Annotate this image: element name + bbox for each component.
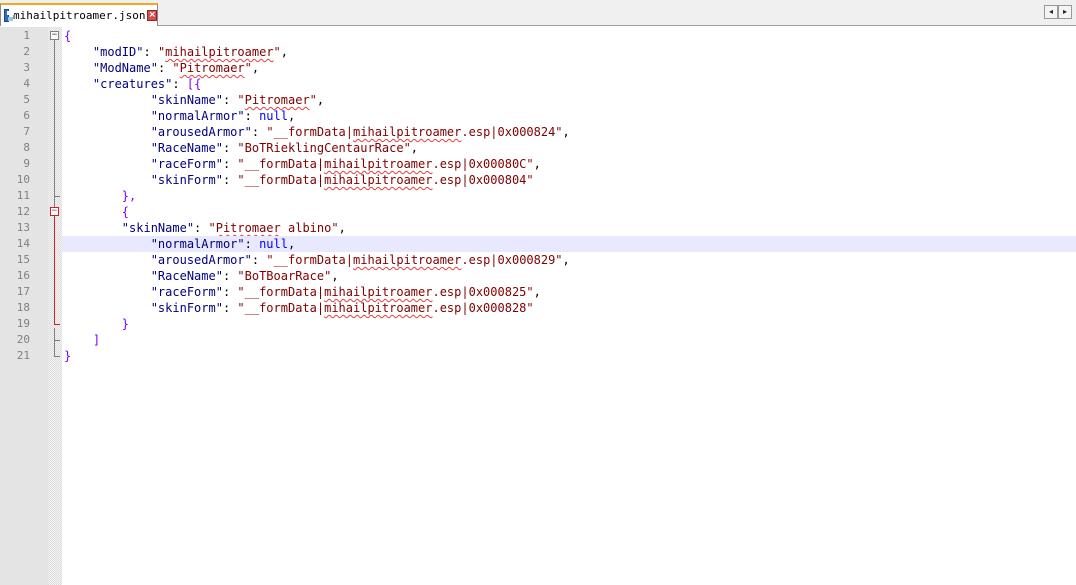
code-line: 4 "creatures": [{ bbox=[0, 76, 1076, 92]
code-line: 3 "ModName": "Pitromaer", bbox=[0, 60, 1076, 76]
code-line: 7 "arousedArmor": "__formData|mihailpitr… bbox=[0, 124, 1076, 140]
code-line: 10 "skinForm": "__formData|mihailpitroam… bbox=[0, 172, 1076, 188]
line-number: 2 bbox=[23, 45, 30, 58]
code-line: 12 − { bbox=[0, 204, 1076, 220]
code-line: 2 "modID": "mihailpitroamer", bbox=[0, 44, 1076, 60]
code-line: 18 "skinForm": "__formData|mihailpitroam… bbox=[0, 300, 1076, 316]
close-icon[interactable]: × bbox=[147, 10, 157, 21]
code-line: 9 "raceForm": "__formData|mihailpitroame… bbox=[0, 156, 1076, 172]
line-number: 13 bbox=[16, 221, 30, 234]
code-line: 8 "RaceName": "BoTRieklingCentaurRace", bbox=[0, 140, 1076, 156]
code-line: 5 "skinName": "Pitromaer", bbox=[0, 92, 1076, 108]
code-line: 11 }, bbox=[0, 188, 1076, 204]
line-number: 6 bbox=[23, 109, 30, 122]
line-number: 20 bbox=[16, 333, 30, 346]
line-number: 8 bbox=[23, 141, 30, 154]
code-line: 16 "RaceName": "BoTBoarRace", bbox=[0, 268, 1076, 284]
line-number: 1 bbox=[23, 29, 30, 42]
code-line: 6 "normalArmor": null, bbox=[0, 108, 1076, 124]
fold-collapse-icon[interactable]: − bbox=[50, 31, 59, 40]
save-disk-icon bbox=[4, 9, 14, 22]
line-number: 14 bbox=[16, 237, 30, 250]
line-number: 18 bbox=[16, 301, 30, 314]
line-number: 17 bbox=[16, 285, 30, 298]
line-number: 15 bbox=[16, 253, 30, 266]
line-number: 4 bbox=[23, 77, 30, 90]
line-number: 12 bbox=[16, 205, 30, 218]
fold-collapse-icon[interactable]: − bbox=[50, 207, 59, 216]
code-editor[interactable]: 1 − { 2 "modID": "mihailpitroamer", 3 "M… bbox=[0, 28, 1076, 364]
line-number: 3 bbox=[23, 61, 30, 74]
tab-scroll-buttons: ◂ ▸ bbox=[1044, 5, 1072, 19]
line-number: 11 bbox=[16, 189, 30, 202]
scroll-right-button[interactable]: ▸ bbox=[1058, 5, 1072, 19]
code-line: 13 "skinName": "Pitromaer albino", bbox=[0, 220, 1076, 236]
line-number: 21 bbox=[16, 349, 30, 362]
code-line: 19 } bbox=[0, 316, 1076, 332]
line-number: 19 bbox=[16, 317, 30, 330]
tab-bar: mihailpitroamer.json × ◂ ▸ bbox=[0, 0, 1076, 26]
code-line: 20 ] bbox=[0, 332, 1076, 348]
line-number: 10 bbox=[16, 173, 30, 186]
code-line: 1 − { bbox=[0, 28, 1076, 44]
code-line: 17 "raceForm": "__formData|mihailpitroam… bbox=[0, 284, 1076, 300]
fold-marker[interactable]: − bbox=[48, 28, 62, 44]
code-line: 21 } bbox=[0, 348, 1076, 364]
code-line: 15 "arousedArmor": "__formData|mihailpit… bbox=[0, 252, 1076, 268]
tab-filename: mihailpitroamer.json bbox=[13, 9, 146, 22]
line-number: 5 bbox=[23, 93, 30, 106]
file-tab[interactable]: mihailpitroamer.json × bbox=[0, 3, 158, 26]
scroll-left-button[interactable]: ◂ bbox=[1044, 5, 1058, 19]
fold-marker[interactable]: − bbox=[48, 204, 62, 220]
line-number: 16 bbox=[16, 269, 30, 282]
current-code-line: 14 "normalArmor": null, bbox=[0, 236, 1076, 252]
line-number: 7 bbox=[23, 125, 30, 138]
line-number: 9 bbox=[23, 157, 30, 170]
